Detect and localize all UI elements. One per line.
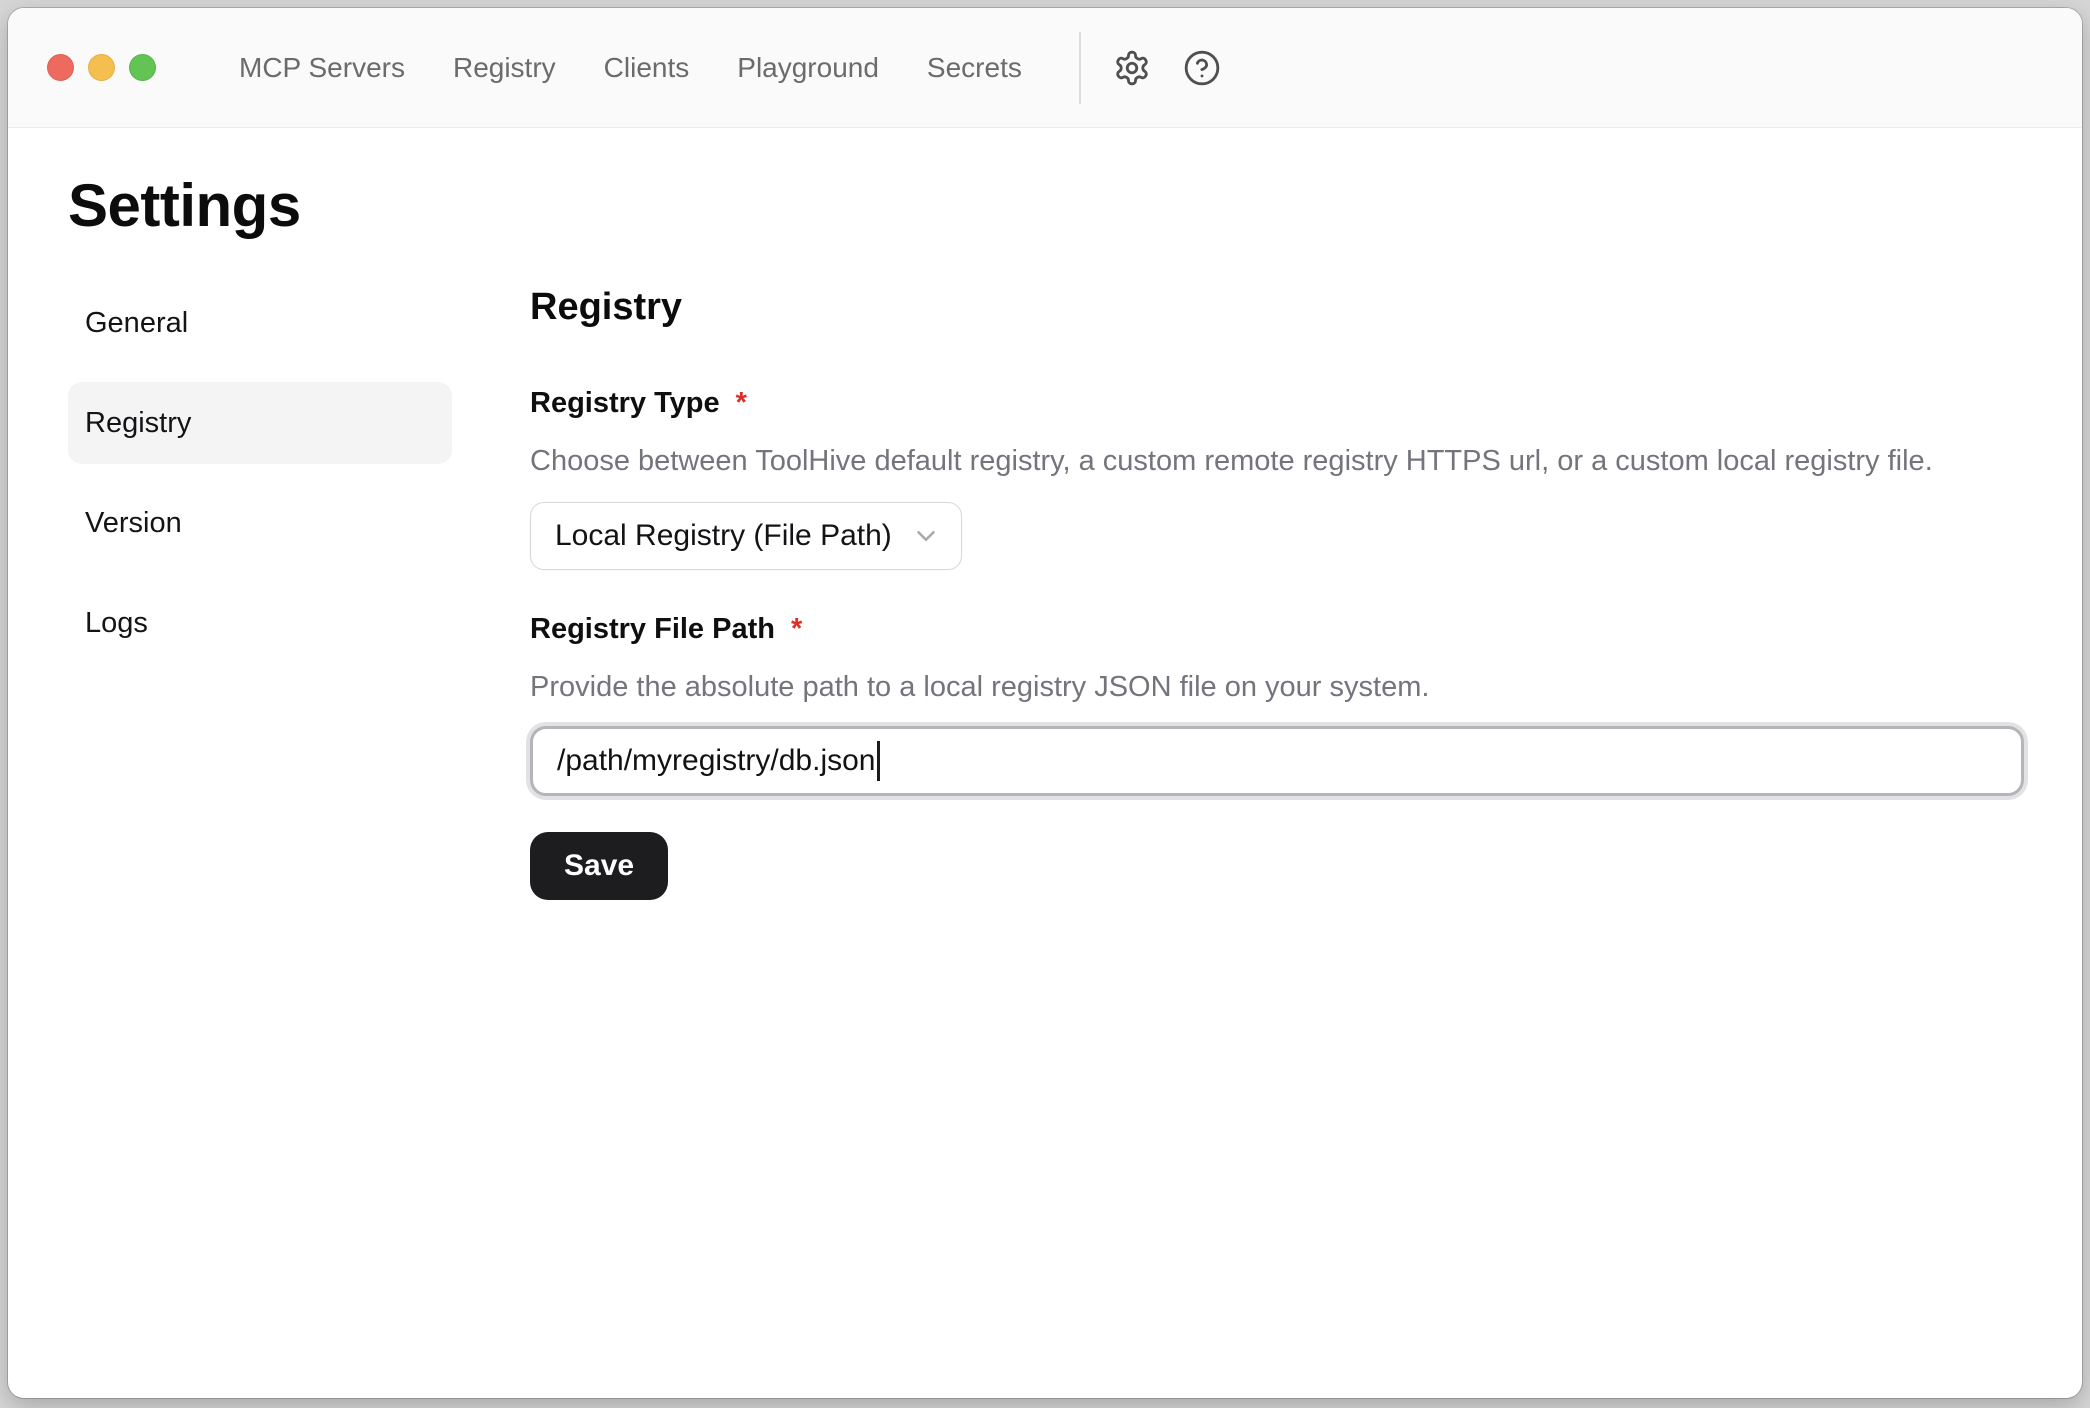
nav-item-clients[interactable]: Clients bbox=[604, 54, 690, 82]
label-text: Registry Type bbox=[530, 386, 720, 420]
registry-file-path-label: Registry File Path * bbox=[530, 612, 2024, 646]
settings-page: Settings General Registry Version Logs bbox=[8, 170, 2082, 900]
minimize-button[interactable] bbox=[88, 54, 115, 81]
nav-item-mcp-servers[interactable]: MCP Servers bbox=[239, 54, 405, 82]
required-asterisk: * bbox=[791, 612, 802, 646]
nav-item-secrets[interactable]: Secrets bbox=[927, 54, 1022, 82]
input-value: /path/myregistry/db.json bbox=[557, 744, 875, 778]
sidebar-item-version[interactable]: Version bbox=[68, 482, 452, 564]
label-text: Registry File Path bbox=[530, 612, 775, 646]
title-bar: MCP Servers Registry Clients Playground … bbox=[8, 8, 2082, 128]
required-asterisk: * bbox=[736, 386, 747, 420]
registry-settings-panel: Registry Registry Type * Choose between … bbox=[530, 282, 2024, 900]
chevron-down-icon bbox=[911, 521, 941, 551]
sidebar-item-label: General bbox=[85, 307, 188, 340]
help-circle-icon[interactable] bbox=[1183, 49, 1221, 87]
nav-item-playground[interactable]: Playground bbox=[737, 54, 879, 82]
sidebar-item-registry[interactable]: Registry bbox=[68, 382, 452, 464]
page-title: Settings bbox=[68, 170, 2024, 242]
close-button[interactable] bbox=[47, 54, 74, 81]
save-button[interactable]: Save bbox=[530, 832, 668, 900]
zoom-button[interactable] bbox=[129, 54, 156, 81]
sidebar-item-label: Version bbox=[85, 507, 182, 540]
registry-type-select[interactable]: Local Registry (File Path) bbox=[530, 502, 962, 570]
sidebar-item-logs[interactable]: Logs bbox=[68, 582, 452, 664]
titlebar-divider bbox=[1079, 32, 1081, 104]
traffic-lights bbox=[47, 54, 156, 81]
sidebar-item-label: Logs bbox=[85, 607, 148, 640]
settings-gear-icon[interactable] bbox=[1113, 49, 1151, 87]
nav-item-registry[interactable]: Registry bbox=[453, 54, 556, 82]
section-title: Registry bbox=[530, 284, 2024, 330]
sidebar-item-label: Registry bbox=[85, 407, 191, 440]
sidebar-item-general[interactable]: General bbox=[68, 282, 452, 364]
settings-sidebar: General Registry Version Logs bbox=[68, 282, 452, 682]
registry-type-description: Choose between ToolHive default registry… bbox=[530, 444, 2024, 478]
registry-type-label: Registry Type * bbox=[530, 386, 2024, 420]
main-nav: MCP Servers Registry Clients Playground … bbox=[239, 54, 1022, 82]
registry-file-path-description: Provide the absolute path to a local reg… bbox=[530, 670, 2024, 704]
app-window: MCP Servers Registry Clients Playground … bbox=[8, 8, 2082, 1398]
select-value: Local Registry (File Path) bbox=[555, 519, 892, 553]
registry-file-path-input[interactable]: /path/myregistry/db.json bbox=[530, 726, 2024, 796]
text-cursor bbox=[877, 741, 880, 781]
